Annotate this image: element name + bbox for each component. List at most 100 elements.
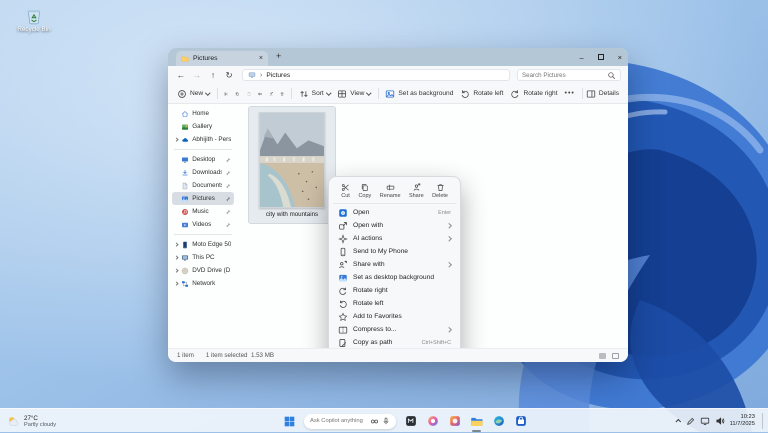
view-button[interactable]: View bbox=[337, 89, 371, 99]
thumbnail-view-toggle[interactable] bbox=[612, 353, 619, 359]
music-icon bbox=[181, 208, 189, 216]
menu-item-rotate-left[interactable]: Rotate left bbox=[333, 297, 456, 310]
expand-chevron-icon[interactable] bbox=[174, 268, 179, 273]
sidebar-item-videos[interactable]: Videos bbox=[172, 218, 234, 231]
up-button[interactable]: ↑ bbox=[207, 71, 219, 80]
share-menu-button[interactable]: Share bbox=[409, 183, 424, 199]
copy-menu-button[interactable]: Copy bbox=[358, 183, 371, 199]
edge-icon[interactable] bbox=[491, 414, 506, 429]
search-box[interactable] bbox=[517, 69, 621, 81]
details-pane-button[interactable]: Details bbox=[582, 88, 619, 99]
menu-item-ai-actions[interactable]: AI actions bbox=[333, 232, 456, 245]
view-label: View bbox=[350, 90, 364, 97]
show-desktop-button[interactable] bbox=[762, 413, 764, 429]
menu-item-open-with[interactable]: Open with bbox=[333, 219, 456, 232]
weather-widget[interactable]: 27°C Partly cloudy bbox=[7, 409, 56, 433]
maximize-button[interactable] bbox=[598, 54, 604, 60]
sort-button[interactable]: Sort bbox=[299, 89, 331, 99]
dvd-drive-icon bbox=[181, 267, 189, 275]
recycle-bin-desktop-icon[interactable]: Recycle Bin bbox=[10, 7, 58, 33]
cut-menu-button[interactable]: Cut bbox=[341, 183, 350, 199]
details-view-toggle[interactable] bbox=[599, 353, 606, 359]
submenu-chevron-icon bbox=[447, 223, 452, 228]
cut-icon bbox=[341, 183, 350, 192]
title-bar[interactable]: Pictures × + – × bbox=[168, 48, 628, 66]
sidebar-item-dvd-drive[interactable]: DVD Drive (D:) CCC bbox=[172, 264, 234, 277]
expand-chevron-icon[interactable] bbox=[174, 137, 179, 142]
start-button[interactable] bbox=[282, 414, 297, 429]
this-pc-icon bbox=[248, 71, 256, 79]
tab-close-icon[interactable]: × bbox=[259, 55, 263, 62]
sidebar-item-gallery[interactable]: Gallery bbox=[172, 120, 234, 133]
clock-date: 11/7/2025 bbox=[730, 421, 755, 428]
copy-button[interactable] bbox=[235, 89, 239, 99]
rename-menu-button[interactable]: Rename bbox=[380, 183, 401, 199]
menu-item-send-to-phone[interactable]: Send to My Phone bbox=[333, 245, 456, 258]
file-item-selected[interactable]: city with mountains bbox=[248, 106, 336, 224]
expand-chevron-icon[interactable] bbox=[174, 281, 179, 286]
share-with-icon bbox=[338, 260, 348, 270]
refresh-button[interactable]: ↻ bbox=[223, 71, 235, 80]
delete-menu-button[interactable]: Delete bbox=[432, 183, 448, 199]
menu-item-compress-to[interactable]: Compress to... bbox=[333, 323, 456, 336]
sidebar-item-desktop[interactable]: Desktop bbox=[172, 153, 234, 166]
taskbar-search-box[interactable] bbox=[304, 414, 396, 429]
explorer-tab-pictures[interactable]: Pictures × bbox=[176, 51, 268, 66]
sidebar-item-onedrive[interactable]: Abhijith - Personal bbox=[172, 133, 234, 146]
tray-overflow-chevron-icon[interactable] bbox=[675, 419, 681, 425]
menu-item-rotate-right[interactable]: Rotate right bbox=[333, 284, 456, 297]
back-button[interactable]: ← bbox=[175, 71, 187, 80]
cut-button[interactable] bbox=[224, 89, 228, 99]
home-icon bbox=[181, 110, 189, 118]
menu-item-open[interactable]: Open Enter bbox=[333, 206, 456, 219]
chevron-down-icon bbox=[326, 90, 331, 95]
taskbar-dark-app-icon[interactable] bbox=[403, 414, 418, 429]
close-button[interactable]: × bbox=[618, 53, 622, 62]
search-input[interactable] bbox=[522, 72, 607, 79]
tray-volume-icon[interactable] bbox=[715, 416, 725, 426]
sidebar-item-documents[interactable]: Documents bbox=[172, 179, 234, 192]
rename-button[interactable] bbox=[258, 89, 262, 99]
copilot-icon[interactable] bbox=[425, 414, 440, 429]
store-icon[interactable] bbox=[513, 414, 528, 429]
sidebar-item-network[interactable]: Network bbox=[172, 277, 234, 290]
sidebar-item-this-pc[interactable]: This PC bbox=[172, 251, 234, 264]
sidebar-item-music[interactable]: Music bbox=[172, 205, 234, 218]
menu-item-share-with[interactable]: Share with bbox=[333, 258, 456, 271]
set-as-background-label: Set as background bbox=[398, 90, 453, 97]
address-bar[interactable]: › Pictures bbox=[242, 69, 510, 81]
recycle-bin-icon bbox=[25, 7, 43, 25]
sidebar-item-downloads[interactable]: Downloads bbox=[172, 166, 234, 179]
sidebar-item-home[interactable]: Home bbox=[172, 107, 234, 120]
expand-chevron-icon[interactable] bbox=[174, 242, 179, 247]
menu-item-set-as-desktop-background[interactable]: Set as desktop background bbox=[333, 271, 456, 284]
rotate-left-button[interactable]: Rotate left bbox=[460, 89, 503, 99]
forward-button[interactable]: → bbox=[191, 71, 203, 80]
onedrive-icon bbox=[181, 136, 189, 144]
file-explorer-icon[interactable] bbox=[469, 414, 484, 429]
microphone-icon[interactable] bbox=[382, 417, 390, 425]
delete-button[interactable] bbox=[280, 89, 284, 99]
taskbar-search-input[interactable] bbox=[310, 418, 367, 424]
menu-item-copy-as-path[interactable]: Copy as path Ctrl+Shift+C bbox=[333, 336, 456, 348]
taskbar-clock[interactable]: 10:23 11/7/2025 bbox=[730, 414, 755, 427]
more-options-button[interactable]: ••• bbox=[565, 90, 575, 97]
sidebar-item-phone[interactable]: Moto Edge 50 Neo bbox=[172, 238, 234, 251]
rotate-right-button[interactable]: Rotate right bbox=[510, 89, 557, 99]
documents-icon bbox=[181, 182, 189, 190]
desktop-icon bbox=[181, 156, 189, 164]
expand-chevron-icon[interactable] bbox=[174, 255, 179, 260]
tray-pen-icon[interactable] bbox=[686, 417, 695, 426]
photos-app-icon[interactable] bbox=[447, 414, 462, 429]
tray-display-icon[interactable] bbox=[700, 416, 710, 426]
menu-item-add-to-favorites[interactable]: Add to Favorites bbox=[333, 310, 456, 323]
paste-button[interactable] bbox=[247, 89, 251, 99]
new-button[interactable]: New bbox=[177, 89, 210, 99]
share-button[interactable] bbox=[269, 89, 273, 99]
rotate-right-label: Rotate right bbox=[523, 90, 557, 97]
wallpaper-icon bbox=[385, 89, 395, 99]
new-tab-button[interactable]: + bbox=[276, 52, 281, 61]
minimize-button[interactable]: – bbox=[579, 53, 583, 62]
sidebar-item-pictures[interactable]: Pictures bbox=[172, 192, 234, 205]
set-as-background-button[interactable]: Set as background bbox=[385, 89, 453, 99]
